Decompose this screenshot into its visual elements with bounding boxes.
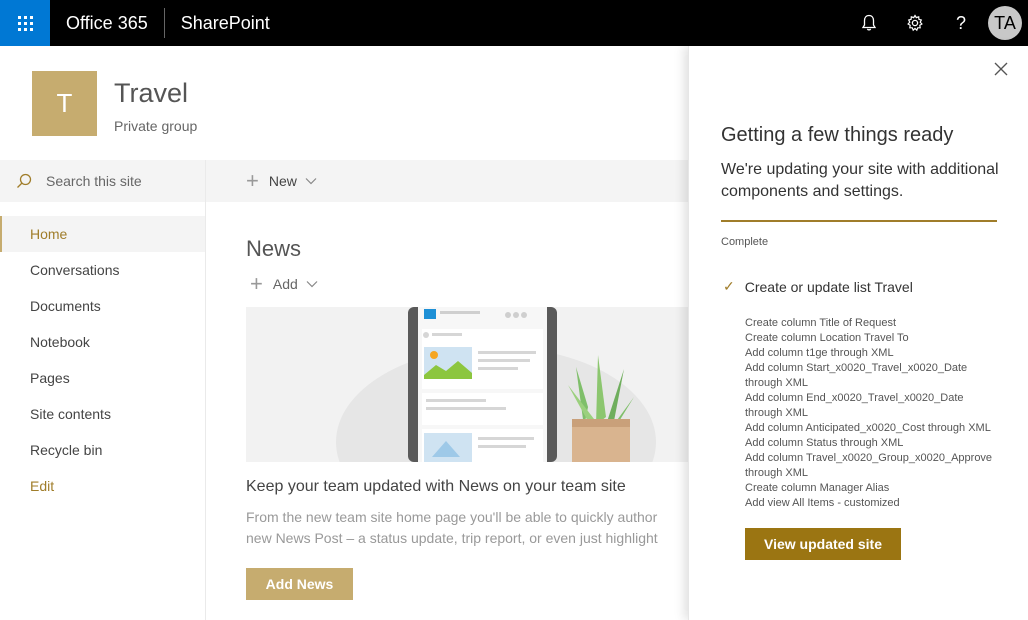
- step-label: Create or update list Travel: [744, 278, 913, 295]
- search-box[interactable]: Search this site: [0, 160, 205, 202]
- nav-item-conversations[interactable]: Conversations: [0, 252, 205, 288]
- site-logo[interactable]: T: [32, 71, 97, 136]
- news-description: From the new team site home page you'll …: [246, 507, 691, 549]
- add-label[interactable]: Add: [273, 276, 298, 292]
- nav-edit-link[interactable]: Edit: [0, 468, 205, 504]
- detail-line: Add column Status through XML: [745, 437, 904, 449]
- chevron-down-icon[interactable]: [305, 177, 317, 185]
- site-title[interactable]: Travel: [114, 78, 188, 109]
- sharepoint-link[interactable]: SharePoint: [165, 8, 286, 38]
- search-icon: [17, 173, 32, 188]
- search-input[interactable]: Search this site: [46, 173, 142, 189]
- news-description-line: From the new team site home page you'll …: [246, 509, 658, 525]
- news-description-line: new News Post – a status update, trip re…: [246, 530, 658, 546]
- plus-icon: +: [246, 168, 259, 193]
- detail-line: Add column t1ge through XML: [745, 347, 894, 359]
- panel-subtitle: We're updating your site with additional…: [721, 161, 999, 200]
- news-headline: Keep your team updated with News on your…: [246, 478, 626, 495]
- setup-panel: Getting a few things ready We're updatin…: [688, 46, 1028, 620]
- help-button[interactable]: ?: [938, 0, 984, 46]
- checkmark-icon: ✓: [723, 278, 735, 294]
- avatar[interactable]: TA: [988, 6, 1022, 40]
- nav-item-notebook[interactable]: Notebook: [0, 324, 205, 360]
- close-icon[interactable]: [992, 60, 1010, 78]
- detail-line: Add column End_x0020_Travel_x0020_Date t…: [745, 392, 964, 419]
- news-illustration: [246, 307, 696, 462]
- news-illustration-graphic: [246, 307, 696, 462]
- step-item: ✓ Create or update list Travel: [723, 278, 913, 295]
- detail-line: Add column Travel_x0020_Group_x0020_Appr…: [745, 452, 993, 479]
- detail-line: Add column Anticipated_x0020_Cost throug…: [745, 422, 991, 434]
- left-navigation: Search this site Home Conversations Docu…: [0, 160, 206, 620]
- help-icon: ?: [955, 12, 966, 33]
- add-news-menu[interactable]: + Add: [250, 271, 318, 296]
- news-heading: News: [246, 236, 302, 261]
- nav-item-home[interactable]: Home: [0, 216, 205, 252]
- notifications-button[interactable]: [846, 0, 892, 46]
- detail-line: Create column Title of Request: [745, 317, 897, 329]
- step-details: Create column Title of Request Create co…: [745, 316, 999, 511]
- nav-item-recycle-bin[interactable]: Recycle bin: [0, 432, 205, 468]
- suite-bar: Office 365 SharePoint ? TA: [0, 0, 1028, 46]
- bell-icon: [861, 14, 877, 31]
- chevron-down-icon[interactable]: [306, 280, 318, 288]
- gear-icon: [907, 14, 923, 32]
- detail-line: Create column Location Travel To: [745, 332, 909, 344]
- app-launcher-button[interactable]: [0, 0, 50, 46]
- detail-line: Create column Manager Alias: [745, 482, 890, 494]
- settings-button[interactable]: [892, 0, 938, 46]
- nav-item-pages[interactable]: Pages: [0, 360, 205, 396]
- waffle-icon: [17, 15, 33, 31]
- nav-item-site-contents[interactable]: Site contents: [0, 396, 205, 432]
- new-button[interactable]: New: [269, 173, 297, 189]
- plus-icon: +: [250, 271, 263, 296]
- panel-title: Getting a few things ready: [721, 124, 954, 146]
- detail-line: Add column Start_x0020_Travel_x0020_Date…: [745, 362, 968, 389]
- progress-label: Complete: [721, 236, 769, 248]
- detail-line: Add view All Items - customized: [745, 497, 900, 509]
- nav-item-documents[interactable]: Documents: [0, 288, 205, 324]
- site-subtitle: Private group: [114, 118, 198, 134]
- progress-bar: [721, 220, 997, 222]
- office365-link[interactable]: Office 365: [50, 8, 165, 38]
- add-news-button[interactable]: Add News: [246, 568, 353, 600]
- view-updated-site-button[interactable]: View updated site: [745, 528, 901, 560]
